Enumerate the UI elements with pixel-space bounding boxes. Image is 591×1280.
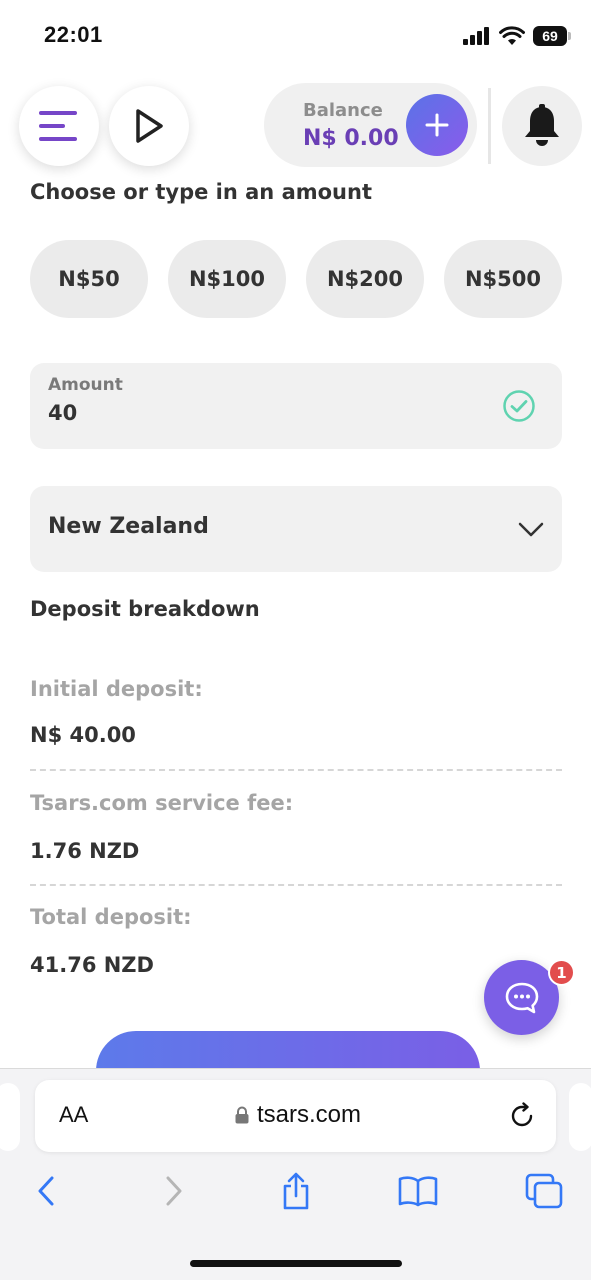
wifi-icon	[499, 26, 525, 45]
choose-amount-title: Choose or type in an amount	[30, 180, 372, 204]
amount-preset-500[interactable]: N$500	[444, 240, 562, 318]
amount-preset-100[interactable]: N$100	[168, 240, 286, 318]
chat-notification-badge: 1	[548, 959, 575, 986]
initial-deposit-label: Initial deposit:	[30, 677, 203, 701]
previous-tab-preview[interactable]	[0, 1083, 20, 1151]
chevron-left-icon	[38, 1176, 54, 1206]
play-icon	[136, 109, 163, 143]
total-deposit-label: Total deposit:	[30, 905, 192, 929]
next-tab-preview[interactable]	[569, 1083, 591, 1151]
battery-indicator: 69	[533, 26, 571, 46]
balance-label: Balance	[303, 100, 383, 121]
breakdown-divider	[30, 769, 562, 771]
initial-deposit-value: N$ 40.00	[30, 723, 136, 747]
add-funds-button[interactable]	[406, 94, 468, 156]
reload-icon[interactable]	[508, 1102, 536, 1130]
breakdown-title: Deposit breakdown	[30, 597, 260, 621]
total-deposit-value: 41.76 NZD	[30, 953, 154, 977]
share-icon	[283, 1172, 309, 1210]
play-button[interactable]	[109, 86, 189, 166]
amount-field[interactable]: Amount 40	[30, 363, 562, 449]
address-bar[interactable]: AA tsars.com	[35, 1080, 556, 1152]
notifications-button[interactable]	[502, 86, 582, 166]
status-icons: 69	[463, 24, 571, 48]
balance-value: N$ 0.00	[303, 126, 399, 151]
amount-input-value[interactable]: 40	[48, 401, 77, 425]
share-button[interactable]	[276, 1171, 316, 1211]
header-divider	[488, 88, 491, 164]
menu-button[interactable]	[19, 86, 99, 166]
breakdown-divider	[30, 884, 562, 886]
chevron-right-icon	[166, 1176, 182, 1206]
chevron-down-icon	[518, 522, 544, 537]
service-fee-label: Tsars.com service fee:	[30, 791, 294, 815]
bookmarks-button[interactable]	[398, 1171, 438, 1211]
lock-icon	[235, 1106, 249, 1124]
country-select[interactable]: New Zealand	[30, 486, 562, 572]
amount-preset-200[interactable]: N$200	[306, 240, 424, 318]
chat-bubble-icon	[505, 982, 538, 1013]
back-button[interactable]	[26, 1171, 66, 1211]
tabs-button[interactable]	[524, 1171, 564, 1211]
url-display[interactable]: tsars.com	[235, 1101, 361, 1129]
cellular-signal-icon	[463, 27, 489, 45]
tabs-icon	[525, 1173, 563, 1209]
home-indicator	[190, 1260, 402, 1267]
reader-settings-button[interactable]: AA	[59, 1102, 88, 1128]
bell-icon	[525, 104, 559, 146]
amount-preset-50[interactable]: N$50	[30, 240, 148, 318]
balance-widget: Balance N$ 0.00	[264, 83, 477, 167]
url-text: tsars.com	[257, 1101, 362, 1128]
country-value: New Zealand	[48, 514, 209, 539]
service-fee-value: 1.76 NZD	[30, 839, 140, 863]
forward-button[interactable]	[154, 1171, 194, 1211]
hamburger-icon	[39, 111, 77, 141]
book-icon	[398, 1176, 438, 1207]
check-circle-icon	[503, 390, 535, 422]
amount-label: Amount	[48, 375, 123, 395]
status-time: 22:01	[44, 22, 103, 47]
plus-icon	[425, 113, 449, 137]
